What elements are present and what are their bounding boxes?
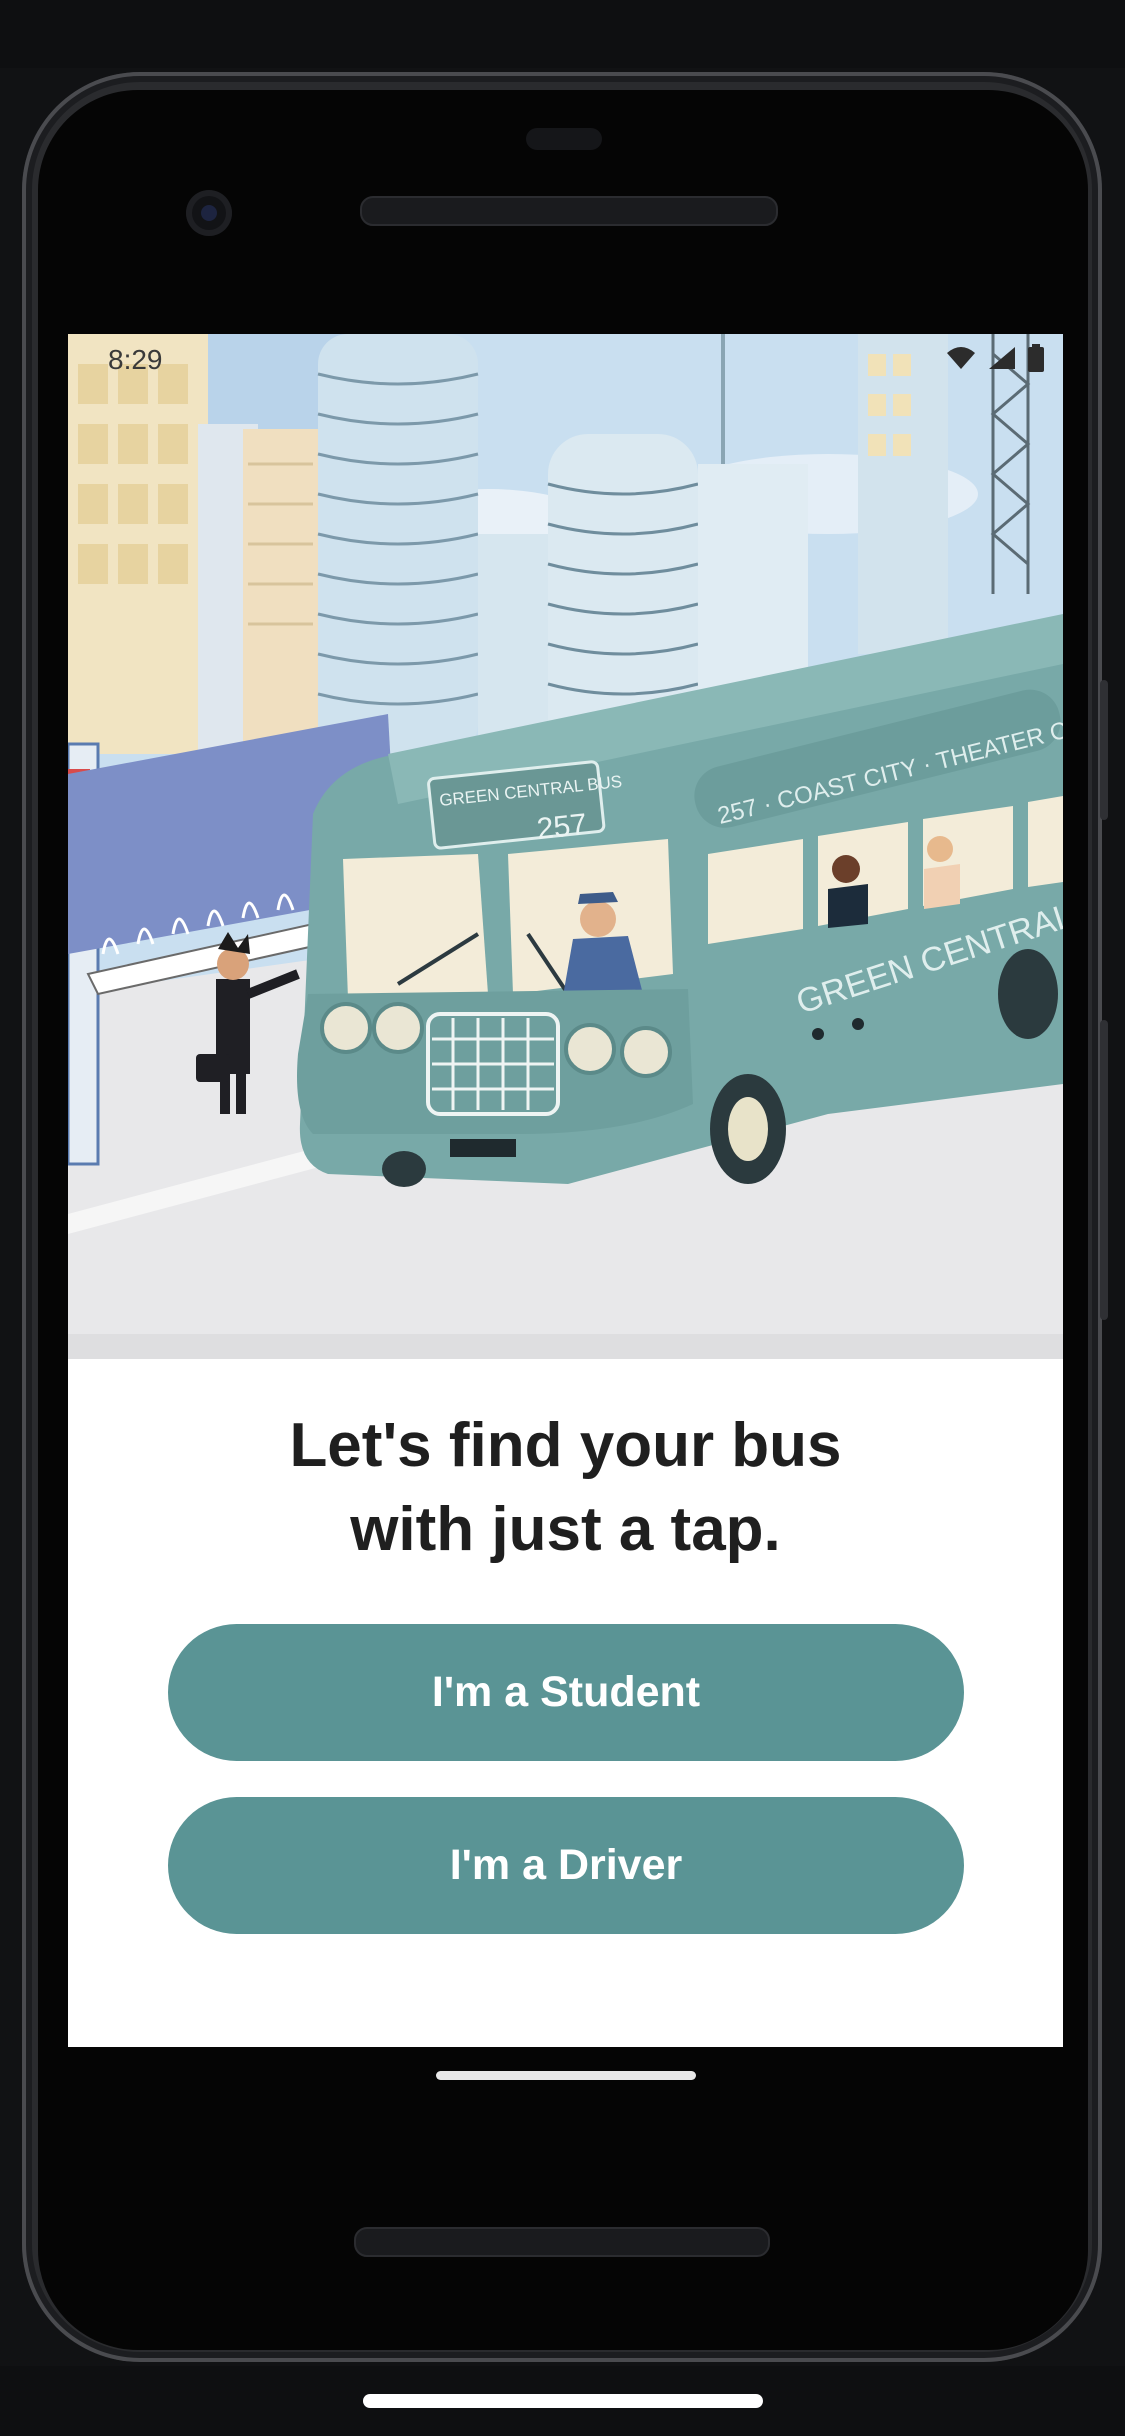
bottom-speaker <box>354 2227 770 2257</box>
gesture-nav-handle[interactable] <box>436 2071 696 2080</box>
battery-icon <box>1028 344 1044 372</box>
power-button <box>1100 680 1108 820</box>
headline-line-2: with just a tap. <box>350 1495 781 1564</box>
top-letterbox <box>0 0 1125 68</box>
earpiece-speaker <box>360 196 778 226</box>
front-camera-icon <box>186 190 232 236</box>
status-time: 8:29 <box>108 344 163 375</box>
student-button[interactable]: I'm a Student <box>168 1624 964 1761</box>
welcome-headline: Let's find your bus with just a tap. <box>68 1404 1063 1572</box>
status-bar: 8:29 <box>68 334 1063 384</box>
bus-route-number: 257 <box>535 808 588 846</box>
home-indicator[interactable] <box>363 2394 763 2408</box>
hero-illustration: 257 · COAST CITY · THEATER CENTRAL · MUS… <box>68 334 1063 1359</box>
status-icons <box>945 344 1045 372</box>
wifi-icon <box>947 347 975 369</box>
proximity-sensor <box>526 128 602 150</box>
headline-line-1: Let's find your bus <box>289 1411 842 1480</box>
app-screen: 257 · COAST CITY · THEATER CENTRAL · MUS… <box>68 334 1063 2047</box>
volume-button <box>1100 1020 1108 1320</box>
driver-button[interactable]: I'm a Driver <box>168 1797 964 1934</box>
signal-icon <box>989 347 1015 369</box>
